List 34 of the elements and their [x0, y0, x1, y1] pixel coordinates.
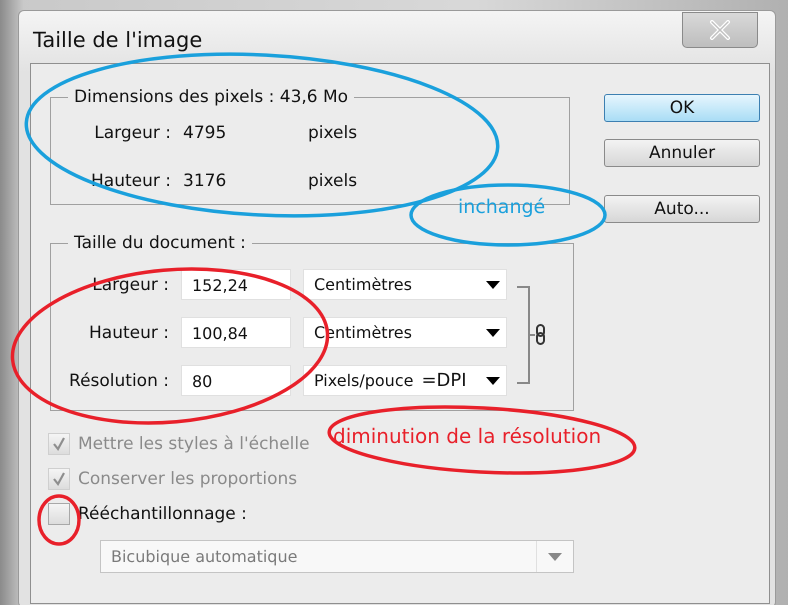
caret-icon: [548, 552, 562, 560]
group-label: Taille du document :: [73, 233, 247, 253]
annotation-text: =DPI: [421, 370, 467, 391]
input-field[interactable]: 100,84: [181, 317, 291, 348]
annotation-text: diminution de la résolution: [333, 426, 602, 446]
dialog-button[interactable]: Auto...: [604, 195, 760, 223]
caret-icon: [486, 280, 500, 288]
group-label: Dimensions des pixels : 43,6 Mo: [73, 87, 350, 107]
dialog-button[interactable]: OK: [604, 94, 760, 122]
close-button[interactable]: [682, 12, 758, 48]
checkbox[interactable]: [48, 503, 70, 525]
input-field[interactable]: 152,24: [181, 269, 291, 300]
unit-dropdown[interactable]: Centimètres: [303, 269, 507, 300]
dialog-button[interactable]: Annuler: [604, 139, 760, 167]
window-title: Taille de l'image: [33, 28, 202, 52]
close-icon: [709, 20, 731, 40]
unit-label: pixels: [308, 123, 358, 143]
checkbox-label: Mettre les styles à l'échelle: [78, 434, 310, 454]
field-value: 4795: [182, 123, 228, 143]
checkbox-label: Conserver les proportions: [78, 469, 298, 489]
field-label: Résolution :: [68, 370, 169, 390]
field-value: 3176: [182, 171, 228, 191]
checkmark-icon: [51, 471, 67, 487]
field-label: Hauteur :: [90, 171, 171, 191]
input-field[interactable]: 80: [181, 365, 291, 396]
caret-icon: [486, 376, 500, 384]
field-label: Largeur :: [93, 123, 171, 143]
checkmark-icon: [51, 436, 67, 452]
unit-dropdown[interactable]: Pixels/pouce =DPI: [303, 365, 507, 396]
field-label: Hauteur :: [88, 322, 169, 342]
checkbox-label: Rééchantillonnage :: [78, 504, 247, 524]
unit-label: pixels: [308, 171, 358, 191]
annotation-text: inchangé: [458, 198, 546, 217]
caret-icon: [486, 328, 500, 336]
